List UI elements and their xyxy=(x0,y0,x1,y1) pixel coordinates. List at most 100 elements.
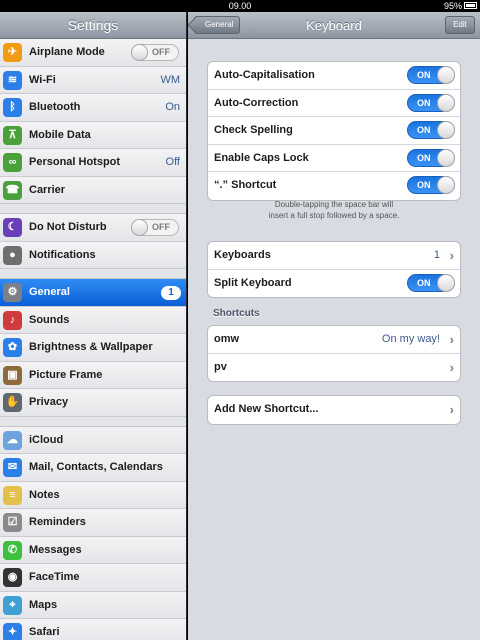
sidebar-item-carrier[interactable]: ☎ Carrier xyxy=(0,176,186,204)
sidebar-item-icloud[interactable]: ☁ iCloud xyxy=(0,426,186,454)
airplane-mode-toggle[interactable]: OFF xyxy=(131,44,179,61)
notes-icon: ≡ xyxy=(3,485,22,505)
sidebar-item-general[interactable]: ⚙ General 1 xyxy=(0,279,186,307)
gear-icon: ⚙ xyxy=(3,283,22,302)
edit-button[interactable]: Edit xyxy=(445,16,475,34)
sidebar-item-label: Sounds xyxy=(29,313,70,326)
notifications-icon: ● xyxy=(3,245,22,265)
status-time: 09.00 xyxy=(228,1,252,11)
split-keyboard-toggle[interactable]: ON xyxy=(407,273,455,292)
carrier-icon: ☎ xyxy=(3,180,22,200)
enable-caps-lock-toggle[interactable]: ON xyxy=(407,148,455,167)
sidebar-item-mobile-data[interactable]: ⊼ Mobile Data xyxy=(0,121,186,149)
sidebar-item-reminders[interactable]: ☑ Reminders xyxy=(0,509,186,537)
moon-icon: ☾ xyxy=(3,218,22,237)
sidebar-item-label: Messages xyxy=(29,543,82,556)
sidebar-item-sounds[interactable]: ♪ Sounds xyxy=(0,306,186,334)
facetime-icon: ◉ xyxy=(3,568,22,587)
icloud-icon: ☁ xyxy=(3,430,22,450)
wifi-icon: ≋ xyxy=(3,70,22,90)
do-not-disturb-toggle[interactable]: OFF xyxy=(131,219,179,236)
messages-icon: ✆ xyxy=(3,540,22,560)
sidebar-item-value: On xyxy=(165,101,180,113)
page-title: Keyboard xyxy=(306,18,362,33)
sidebar-item-label: Picture Frame xyxy=(29,368,103,381)
sidebar-item-privacy[interactable]: ✋ Privacy xyxy=(0,389,186,417)
airplane-icon: ✈ xyxy=(3,43,22,62)
hotspot-icon: ∞ xyxy=(3,153,22,172)
chevron-right-icon: › xyxy=(449,248,454,263)
option-row-auto-capitalisation: Auto-Capitalisation ON xyxy=(208,62,460,90)
brightness-icon: ✿ xyxy=(3,338,22,357)
sidebar-item-do-not-disturb[interactable]: ☾ Do Not Disturb OFF xyxy=(0,214,186,242)
sidebar-item-airplane-mode[interactable]: ✈ Airplane Mode OFF xyxy=(0,39,186,67)
sidebar-item-label: Carrier xyxy=(29,183,66,196)
sidebar-item-label: Brightness & Wallpaper xyxy=(29,341,153,353)
sidebar-item-safari[interactable]: ✦ Safari xyxy=(0,619,186,640)
sidebar-item-label: Wi-Fi xyxy=(29,73,56,86)
auto-correction-toggle[interactable]: ON xyxy=(407,93,455,112)
sidebar-item-label: FaceTime xyxy=(29,571,80,583)
option-row-auto-correction: Auto-Correction ON xyxy=(208,90,460,117)
sidebar-item-notifications[interactable]: ● Notifications xyxy=(0,241,186,269)
sidebar-item-wi-fi[interactable]: ≋ Wi-Fi WM xyxy=(0,66,186,94)
sidebar-item-value: Off xyxy=(165,156,180,168)
keyboards-row[interactable]: Keyboards 1 › xyxy=(208,242,460,270)
nav-bar: General Keyboard Edit xyxy=(188,12,480,39)
sidebar-title: Settings xyxy=(0,12,186,39)
sidebar-item-value: WM xyxy=(160,73,180,86)
shortcut-row-omw[interactable]: omw On my way! › xyxy=(208,326,460,354)
battery-icon xyxy=(464,2,477,9)
mobile-data-icon: ⊼ xyxy=(3,125,22,145)
add-new-shortcut-row[interactable]: Add New Shortcut... › xyxy=(208,396,460,424)
auto-capitalisation-toggle[interactable]: ON xyxy=(407,66,455,84)
sidebar-group: ✈ Airplane Mode OFF ≋ Wi-Fi WM ᛒ Bluetooth On ⊼ Mo… xyxy=(0,39,186,204)
option-row-shortcut: “.” Shortcut ON xyxy=(208,172,460,200)
sidebar-item-label: Maps xyxy=(29,598,58,611)
safari-icon: ✦ xyxy=(3,623,22,640)
update-badge: 1 xyxy=(161,286,181,300)
shortcuts-section-title: Shortcuts xyxy=(213,308,260,319)
sidebar-item-label: Privacy xyxy=(29,396,69,408)
keyboards-group: Keyboards 1 › Split Keyboard ON xyxy=(207,241,461,298)
shortcut-toggle[interactable]: ON xyxy=(407,176,455,194)
sidebar-item-label: iCloud xyxy=(29,433,64,446)
space-bar-footnote: Double-tapping the space bar will insert… xyxy=(268,200,400,220)
sidebar-item-label: General xyxy=(29,286,70,298)
sidebar-item-label: Safari xyxy=(29,626,60,638)
keyboard-options-group: Auto-Capitalisation ON Auto-Correction ON Ch… xyxy=(207,61,461,201)
privacy-icon: ✋ xyxy=(3,393,22,412)
sidebar-item-maps[interactable]: ⌖ Maps xyxy=(0,591,186,619)
sidebar-item-brightness-wallpaper[interactable]: ✿ Brightness & Wallpaper xyxy=(0,334,186,362)
sidebar-item-label: Do Not Disturb xyxy=(29,221,107,233)
sidebar-item-bluetooth[interactable]: ᛒ Bluetooth On xyxy=(0,94,186,122)
sidebar-item-label: Bluetooth xyxy=(29,101,81,113)
picture-frame-icon: ▣ xyxy=(3,365,22,385)
battery-percentage: 95% xyxy=(443,1,462,11)
sidebar-item-label: Notifications xyxy=(29,248,96,261)
check-spelling-toggle[interactable]: ON xyxy=(407,121,455,139)
sidebar-item-personal-hotspot[interactable]: ∞ Personal Hotspot Off xyxy=(0,149,186,177)
sidebar-item-label: Mobile Data xyxy=(29,128,91,141)
shortcut-row-pv[interactable]: pv › xyxy=(208,354,460,382)
sidebar-item-label: Mail, Contacts, Calendars xyxy=(29,461,163,473)
status-bar: 09.00 95% xyxy=(0,0,480,12)
maps-icon: ⌖ xyxy=(3,595,22,615)
reminders-icon: ☑ xyxy=(3,513,22,532)
sidebar-item-label: Airplane Mode xyxy=(29,46,105,58)
sidebar-item-facetime[interactable]: ◉ FaceTime xyxy=(0,564,186,592)
chevron-right-icon: › xyxy=(449,332,454,347)
sidebar-item-mail-contacts-calendars[interactable]: ✉ Mail, Contacts, Calendars xyxy=(0,454,186,482)
sidebar-item-picture-frame[interactable]: ▣ Picture Frame xyxy=(0,361,186,389)
sidebar-item-label: Notes xyxy=(29,488,60,501)
sidebar-item-notes[interactable]: ≡ Notes xyxy=(0,481,186,509)
sidebar-group: ☾ Do Not Disturb OFF ● Notifications xyxy=(0,213,186,269)
sidebar-item-label: Reminders xyxy=(29,516,86,528)
sidebar-group: ⚙ General 1 ♪ Sounds ✿ Brightness & Wallpaper ▣… xyxy=(0,278,186,417)
option-row-enable-caps-lock: Enable Caps Lock ON xyxy=(208,145,460,172)
chevron-right-icon: › xyxy=(449,359,454,375)
bluetooth-icon: ᛒ xyxy=(3,98,22,117)
option-row-check-spelling: Check Spelling ON xyxy=(208,117,460,145)
settings-sidebar: Settings ✈ Airplane Mode OFF ≋ Wi-Fi WM ᛒ Bluet… xyxy=(0,12,187,640)
sidebar-item-messages[interactable]: ✆ Messages xyxy=(0,536,186,564)
